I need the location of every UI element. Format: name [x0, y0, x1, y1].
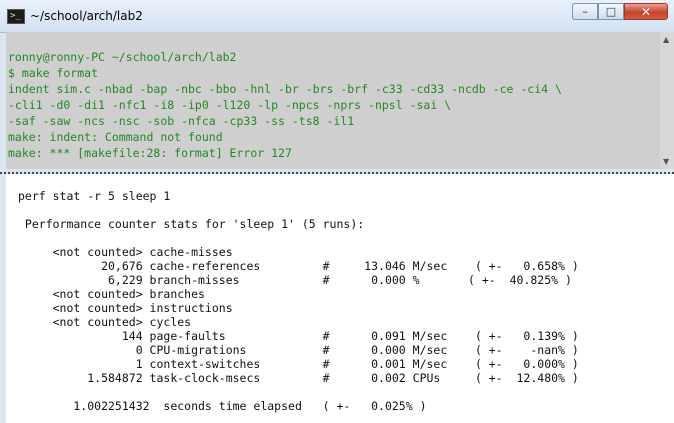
perf-line: <not counted> branches — [18, 287, 205, 301]
terminal-output: ronny@ronny-PC ~/school/arch/lab2 $ make… — [8, 49, 562, 161]
maximize-button[interactable]: □ — [598, 3, 624, 20]
terminal-line: ronny@ronny-PC ~/school/arch/lab2 — [8, 50, 237, 64]
title-bar[interactable]: >_ ~/school/arch/lab2 – □ ✕ — [0, 0, 674, 33]
minimize-button[interactable]: – — [572, 3, 598, 20]
perf-line: Performance counter stats for 'sleep 1' … — [18, 217, 365, 231]
terminal-line: -saf -saw -ncs -nsc -sob -nfca -cp33 -ss… — [8, 114, 355, 128]
close-button[interactable]: ✕ — [624, 3, 668, 20]
perf-line: perf stat -r 5 sleep 1 — [18, 189, 171, 203]
window-controls: – □ ✕ — [572, 3, 668, 22]
perf-line: 144 page-faults # 0.091 M/sec ( +- 0.139… — [18, 329, 579, 343]
window-title: ~/school/arch/lab2 — [30, 9, 143, 23]
terminal-line: make: indent: Command not found — [8, 130, 223, 144]
terminal-line: $ make format — [8, 66, 99, 80]
terminal-line: make: *** [makefile:28: format] Error 12… — [8, 146, 292, 160]
terminal-line: -cli1 -d0 -di1 -nfc1 -i8 -ip0 -l120 -lp … — [8, 98, 452, 112]
terminal-app-icon[interactable]: >_ — [7, 9, 25, 24]
maximize-icon: □ — [605, 5, 617, 18]
perf-line: <not counted> instructions — [18, 301, 233, 315]
perf-line: <not counted> cache-misses — [18, 245, 233, 259]
terminal-line: indent sim.c -nbad -bap -nbc -bbo -hnl -… — [8, 82, 562, 96]
terminal-output-pane[interactable]: ronny@ronny-PC ~/school/arch/lab2 $ make… — [6, 32, 660, 169]
close-icon: ✕ — [640, 4, 652, 19]
perf-stat-output: perf stat -r 5 sleep 1 Performance count… — [18, 189, 579, 413]
vertical-scrollbar[interactable]: ▲ ▼ — [660, 32, 674, 169]
perf-line: <not counted> cycles — [18, 315, 192, 329]
app-icon-glyph: >_ — [10, 11, 21, 21]
perf-output-pane[interactable]: perf stat -r 5 sleep 1 Performance count… — [6, 174, 674, 423]
perf-line: 1.002251432 seconds time elapsed ( +- 0.… — [18, 399, 427, 413]
perf-line: 6,229 branch-misses # 0.000 % ( +- 40.82… — [18, 273, 572, 287]
scroll-up-icon[interactable]: ▲ — [663, 35, 669, 44]
perf-line: 20,676 cache-references # 13.046 M/sec (… — [18, 259, 579, 273]
perf-line: 0 CPU-migrations # 0.000 M/sec ( +- -nan… — [18, 343, 579, 357]
perf-line: 1.584872 task-clock-msecs # 0.002 CPUs (… — [18, 371, 579, 385]
minimize-icon: – — [582, 5, 588, 18]
scroll-down-icon[interactable]: ▼ — [663, 157, 669, 166]
terminal-window: >_ ~/school/arch/lab2 – □ ✕ ronny@ronny-… — [0, 0, 674, 423]
perf-line: 1 context-switches # 0.001 M/sec ( +- 0.… — [18, 357, 579, 371]
